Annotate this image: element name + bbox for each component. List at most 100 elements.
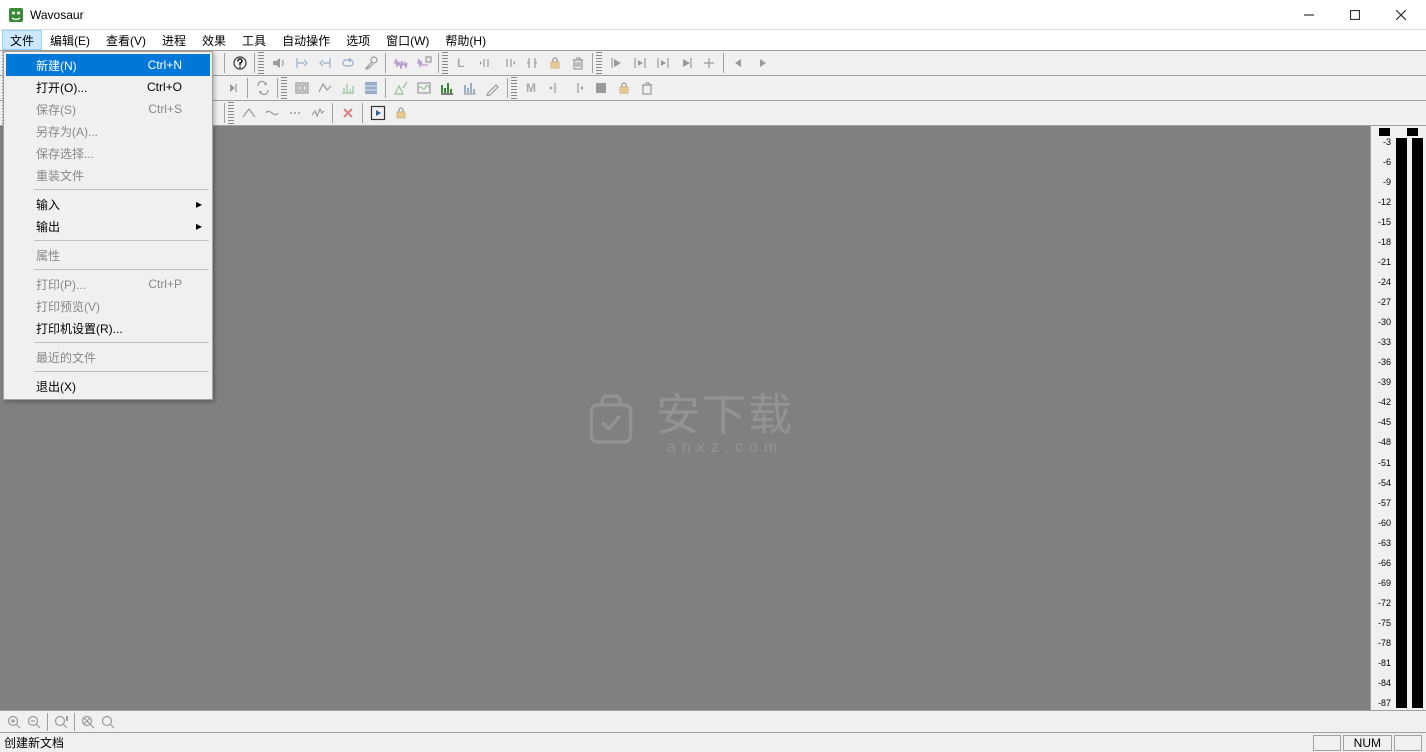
vst-rack-button[interactable] bbox=[290, 77, 313, 99]
envelope-button[interactable] bbox=[313, 77, 336, 99]
marker-add-button[interactable]: M bbox=[520, 77, 543, 99]
toolbar-grip[interactable] bbox=[228, 102, 234, 124]
menu-effect[interactable]: 效果 bbox=[194, 30, 234, 50]
toolbar-grip[interactable] bbox=[258, 52, 264, 74]
toolbar-grip[interactable] bbox=[442, 52, 448, 74]
meter-tick: -42 bbox=[1378, 398, 1391, 407]
file-menu-item-14[interactable]: 打印机设置(R)... bbox=[6, 317, 210, 339]
bars-blue-button[interactable] bbox=[458, 77, 481, 99]
bars-green-button[interactable] bbox=[435, 77, 458, 99]
clip-indicator-l[interactable] bbox=[1379, 128, 1390, 136]
scope-button[interactable] bbox=[412, 77, 435, 99]
draw-random-button[interactable] bbox=[306, 102, 329, 124]
play-framed-button[interactable] bbox=[366, 102, 389, 124]
draw-line-button[interactable] bbox=[237, 102, 260, 124]
marker-split-button[interactable] bbox=[520, 52, 543, 74]
file-menu-item-7[interactable]: 输入▸ bbox=[6, 193, 210, 215]
volume-button[interactable] bbox=[267, 52, 290, 74]
help-about-button[interactable] bbox=[228, 52, 251, 74]
toolbar-grip[interactable] bbox=[511, 77, 517, 99]
zoom-bar bbox=[0, 710, 1426, 732]
menu-options[interactable]: 选项 bbox=[338, 30, 378, 50]
marker-all-button[interactable] bbox=[589, 77, 612, 99]
menu-process[interactable]: 进程 bbox=[154, 30, 194, 50]
menu-view[interactable]: 查看(V) bbox=[98, 30, 154, 50]
zoom-fit-button[interactable] bbox=[78, 712, 98, 732]
toolbar-grip[interactable] bbox=[281, 77, 287, 99]
waveform-button[interactable] bbox=[389, 52, 412, 74]
file-menu-item-1[interactable]: 打开(O)...Ctrl+O bbox=[6, 76, 210, 98]
realtime-fx-button[interactable] bbox=[389, 77, 412, 99]
loop-start-button[interactable] bbox=[290, 52, 313, 74]
menu-item-label: 输入 bbox=[36, 196, 60, 213]
marker-goto-next-button[interactable] bbox=[566, 77, 589, 99]
meter-tick: -75 bbox=[1378, 619, 1391, 628]
menu-item-label: 最近的文件 bbox=[36, 349, 96, 366]
draw-dots-button[interactable] bbox=[283, 102, 306, 124]
zoom-1to1-button[interactable] bbox=[98, 712, 118, 732]
waveform-db-button[interactable] bbox=[412, 52, 435, 74]
sel-to-end-button[interactable] bbox=[674, 52, 697, 74]
menu-file[interactable]: 文件 bbox=[2, 30, 42, 50]
menu-item-shortcut: Ctrl+N bbox=[148, 58, 182, 72]
step-fwd-button[interactable] bbox=[221, 77, 244, 99]
meter-tick: -3 bbox=[1383, 138, 1391, 147]
watermark-sub: anxz.com bbox=[656, 439, 794, 457]
file-menu-item-0[interactable]: 新建(N) Ctrl+N bbox=[6, 54, 210, 76]
file-menu-item-18[interactable]: 退出(X) bbox=[6, 375, 210, 397]
file-menu-item-2: 保存(S)Ctrl+S bbox=[6, 98, 210, 120]
nudge-left-button[interactable] bbox=[727, 52, 750, 74]
toolbar-row-3 bbox=[0, 101, 1426, 126]
marker-l-button[interactable]: L bbox=[451, 52, 474, 74]
menu-item-label: 重装文件 bbox=[36, 167, 84, 184]
delete-x-button[interactable] bbox=[336, 102, 359, 124]
loop-end-button[interactable] bbox=[313, 52, 336, 74]
menu-item-label: 新建(N) bbox=[36, 57, 77, 74]
menu-item-label: 退出(X) bbox=[36, 378, 76, 395]
zoom-out-button[interactable] bbox=[24, 712, 44, 732]
key-button[interactable] bbox=[359, 52, 382, 74]
menu-item-label: 输出 bbox=[36, 218, 60, 235]
meter-tick: -57 bbox=[1378, 499, 1391, 508]
marker-delete2-button[interactable] bbox=[635, 77, 658, 99]
meter-tick: -72 bbox=[1378, 599, 1391, 608]
pencil-button[interactable] bbox=[481, 77, 504, 99]
menu-window[interactable]: 窗口(W) bbox=[378, 30, 437, 50]
marker-lock2-button[interactable] bbox=[612, 77, 635, 99]
watermark-text: 安下载 bbox=[656, 379, 794, 443]
zoom-in-button[interactable] bbox=[4, 712, 24, 732]
minimize-button[interactable] bbox=[1286, 0, 1332, 30]
marker-lock-button[interactable] bbox=[543, 52, 566, 74]
zoom-sel-button[interactable] bbox=[51, 712, 71, 732]
spectrum-button[interactable] bbox=[336, 77, 359, 99]
lock-button[interactable] bbox=[389, 102, 412, 124]
marker-goto-prev-button[interactable] bbox=[543, 77, 566, 99]
close-button[interactable] bbox=[1378, 0, 1424, 30]
marker-prev-button[interactable] bbox=[474, 52, 497, 74]
sel-extend-left-button[interactable] bbox=[628, 52, 651, 74]
draw-curve-button[interactable] bbox=[260, 102, 283, 124]
menu-item-label: 属性 bbox=[36, 247, 60, 264]
toolbar-grip[interactable] bbox=[596, 52, 602, 74]
file-menu-item-12: 打印(P)...Ctrl+P bbox=[6, 273, 210, 295]
maximize-button[interactable] bbox=[1332, 0, 1378, 30]
nudge-right-button[interactable] bbox=[750, 52, 773, 74]
menu-separator bbox=[34, 240, 209, 241]
sel-extend-right-button[interactable] bbox=[651, 52, 674, 74]
menu-help[interactable]: 帮助(H) bbox=[437, 30, 494, 50]
marker-delete-button[interactable] bbox=[566, 52, 589, 74]
sonogram-button[interactable] bbox=[359, 77, 382, 99]
level-meter: -3-6-9-12-15-18-21-24-27-30-33-36-39-42-… bbox=[1370, 126, 1426, 710]
loop-button[interactable] bbox=[336, 52, 359, 74]
file-menu-item-8[interactable]: 输出▸ bbox=[6, 215, 210, 237]
repeat-button[interactable] bbox=[251, 77, 274, 99]
sel-to-start-button[interactable] bbox=[605, 52, 628, 74]
meter-tick: -45 bbox=[1378, 418, 1391, 427]
sel-center-button[interactable] bbox=[697, 52, 720, 74]
menu-edit[interactable]: 编辑(E) bbox=[42, 30, 98, 50]
clip-indicator-r[interactable] bbox=[1407, 128, 1418, 136]
menu-tools[interactable]: 工具 bbox=[234, 30, 274, 50]
file-menu-item-16: 最近的文件 bbox=[6, 346, 210, 368]
menu-auto[interactable]: 自动操作 bbox=[274, 30, 338, 50]
marker-next-button[interactable] bbox=[497, 52, 520, 74]
